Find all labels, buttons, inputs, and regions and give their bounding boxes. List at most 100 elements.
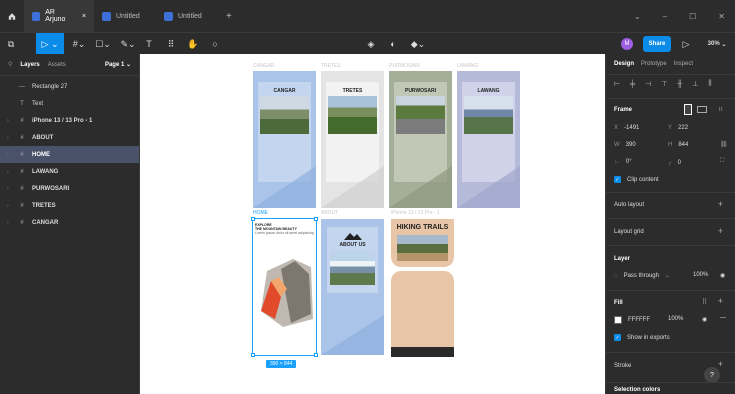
layer-item-cangar[interactable]: › # CANGAR	[0, 214, 139, 231]
add-layout-grid-icon[interactable]: +	[718, 226, 723, 236]
fill-visibility-icon[interactable]: ◉	[702, 316, 707, 323]
landscape-icon[interactable]	[697, 106, 707, 113]
layer-item-iphone-13[interactable]: › # iPhone 13 / 13 Pro - 1	[0, 112, 139, 129]
minimize-icon[interactable]: –	[663, 12, 667, 21]
align-bottom-icon[interactable]: ⊥	[692, 80, 698, 88]
shape-tool-button[interactable]: ☐⌄	[92, 33, 114, 55]
frame-label-tretes[interactable]: TRETES	[321, 63, 341, 69]
frame-iphone-13[interactable]: HIKING TRAILS	[391, 219, 454, 357]
constrain-proportions-icon[interactable]: ⛓	[720, 141, 728, 148]
align-right-icon[interactable]: ⊣	[645, 80, 651, 88]
add-fill-icon[interactable]: +	[718, 296, 723, 306]
layer-item-lawang[interactable]: › # LAWANG	[0, 163, 139, 180]
chevron-right-icon[interactable]: ›	[7, 203, 12, 209]
frame-label-purwosari[interactable]: PURWOSARI	[389, 63, 420, 69]
chevron-down-icon[interactable]: ⌄	[634, 12, 641, 21]
tab-untitled-2[interactable]: Untitled	[156, 0, 218, 32]
mask-button[interactable]: ◐	[386, 33, 400, 55]
search-icon[interactable]: ⚲	[8, 61, 12, 68]
fill-swatch[interactable]	[614, 316, 622, 324]
frame-label-about[interactable]: ABOUT	[321, 210, 338, 216]
portrait-icon[interactable]	[684, 104, 692, 115]
radius-field[interactable]: ╭ 0	[668, 159, 681, 167]
share-button[interactable]: Share	[643, 36, 671, 52]
rotation-field[interactable]: ∟ 0°	[614, 159, 632, 165]
zoom-dropdown[interactable]: 30% ⌄	[703, 33, 731, 55]
tab-prototype[interactable]: Prototype	[641, 61, 667, 67]
eye-icon[interactable]: ◉	[720, 272, 725, 279]
layer-item-text[interactable]: T Text	[0, 95, 139, 112]
present-button[interactable]: ▷	[680, 33, 692, 55]
chevron-right-icon[interactable]: ›	[7, 135, 12, 141]
w-field[interactable]: W 390	[614, 142, 636, 148]
resize-handle[interactable]	[251, 353, 255, 357]
fill-opacity[interactable]: 100%	[668, 316, 683, 322]
chevron-right-icon[interactable]: ›	[7, 220, 12, 226]
resize-handle[interactable]	[314, 217, 318, 221]
resize-to-fit-icon[interactable]: ⠶	[718, 105, 723, 113]
frame-about[interactable]: ABOUT US	[321, 219, 384, 355]
layer-item-rectangle-27[interactable]: — Rectangle 27	[0, 78, 139, 95]
layer-opacity-field[interactable]: 100%	[693, 272, 708, 278]
blend-mode-dropdown[interactable]: ◌ Pass through ⌄	[614, 272, 670, 280]
clip-content-checkbox[interactable]: ✓ Clip content	[614, 176, 659, 183]
y-field[interactable]: Y 222	[668, 125, 688, 131]
frame-purwosari[interactable]: PURWOSARI	[389, 71, 452, 208]
resize-handle[interactable]	[314, 353, 318, 357]
chevron-right-icon[interactable]: ›	[7, 118, 12, 124]
layer-item-home[interactable]: › # HOME	[0, 146, 139, 163]
tab-ar-arjuno[interactable]: AR Arjuno ×	[24, 0, 94, 32]
distribute-icon[interactable]: ⫼	[708, 80, 711, 88]
hand-tool-button[interactable]: ✋	[186, 33, 200, 55]
frame-label-home[interactable]: HOME	[253, 210, 268, 216]
frame-home[interactable]: EXPLORE THE MOUNTAIN BEAUTY Lorem ipsum …	[252, 218, 317, 356]
boolean-button[interactable]: ◆⌄	[408, 33, 428, 55]
tab-design[interactable]: Design	[614, 61, 634, 67]
fill-styles-icon[interactable]: ⠿	[702, 298, 707, 306]
frame-cangar[interactable]: CANGAR	[253, 71, 316, 208]
remove-fill-icon[interactable]: —	[720, 315, 726, 321]
component-button[interactable]: ◈	[364, 33, 378, 55]
frame-lawang[interactable]: LAWANG	[457, 71, 520, 208]
align-middle-icon[interactable]: ╫	[677, 81, 682, 88]
close-icon[interactable]: ×	[82, 13, 86, 20]
align-left-icon[interactable]: ⊢	[614, 80, 620, 88]
page-selector[interactable]: Page 1 ⌄	[105, 61, 131, 68]
add-auto-layout-icon[interactable]: +	[718, 199, 723, 209]
tab-inspect[interactable]: Inspect	[674, 61, 693, 67]
maximize-icon[interactable]: ☐	[689, 12, 696, 21]
resize-handle[interactable]	[251, 217, 255, 221]
main-menu-button[interactable]: ⧉	[2, 33, 20, 55]
add-stroke-icon[interactable]: +	[718, 359, 723, 369]
tab-assets[interactable]: Assets	[48, 62, 66, 68]
tab-layers[interactable]: Layers	[20, 62, 39, 68]
new-tab-button[interactable]: +	[218, 0, 240, 32]
fill-hex[interactable]: FFFFFF	[628, 317, 650, 323]
home-button[interactable]	[0, 0, 24, 32]
move-tool-button[interactable]: ▷ ⌄	[36, 33, 64, 55]
show-in-exports-checkbox[interactable]: ✓ Show in exports	[614, 334, 670, 341]
close-window-icon[interactable]: ✕	[718, 12, 725, 21]
resources-button[interactable]: ⠿	[164, 33, 178, 55]
frame-tretes[interactable]: TRETES	[321, 71, 384, 208]
independent-corners-icon[interactable]: ⛶	[720, 158, 724, 165]
fill-row[interactable]: FFFFFF	[614, 316, 650, 324]
frame-tool-button[interactable]: #⌄	[68, 33, 90, 55]
comment-tool-button[interactable]: ○	[208, 33, 222, 55]
text-tool-button[interactable]: T	[142, 33, 156, 55]
pen-tool-button[interactable]: ✎⌄	[118, 33, 138, 55]
frame-label-cangar[interactable]: CANGAR	[253, 63, 274, 69]
frame-label-iphone[interactable]: iPhone 13 / 13 Pro - 1	[391, 210, 440, 216]
canvas[interactable]: CANGAR TRETES PURWOSARI LAWANG CANGAR TR…	[140, 54, 605, 394]
layer-item-tretes[interactable]: › # TRETES	[0, 197, 139, 214]
align-top-icon[interactable]: ⊤	[661, 80, 667, 88]
align-center-icon[interactable]: ╪	[630, 81, 635, 88]
x-field[interactable]: X -1491	[614, 125, 639, 131]
layer-item-purwosari[interactable]: › # PURWOSARI	[0, 180, 139, 197]
chevron-right-icon[interactable]: ›	[7, 152, 12, 158]
chevron-right-icon[interactable]: ›	[7, 186, 12, 192]
h-field[interactable]: H 844	[668, 142, 688, 148]
help-button[interactable]: ?	[704, 367, 720, 383]
avatar[interactable]: M	[620, 33, 634, 55]
chevron-right-icon[interactable]: ›	[7, 169, 12, 175]
